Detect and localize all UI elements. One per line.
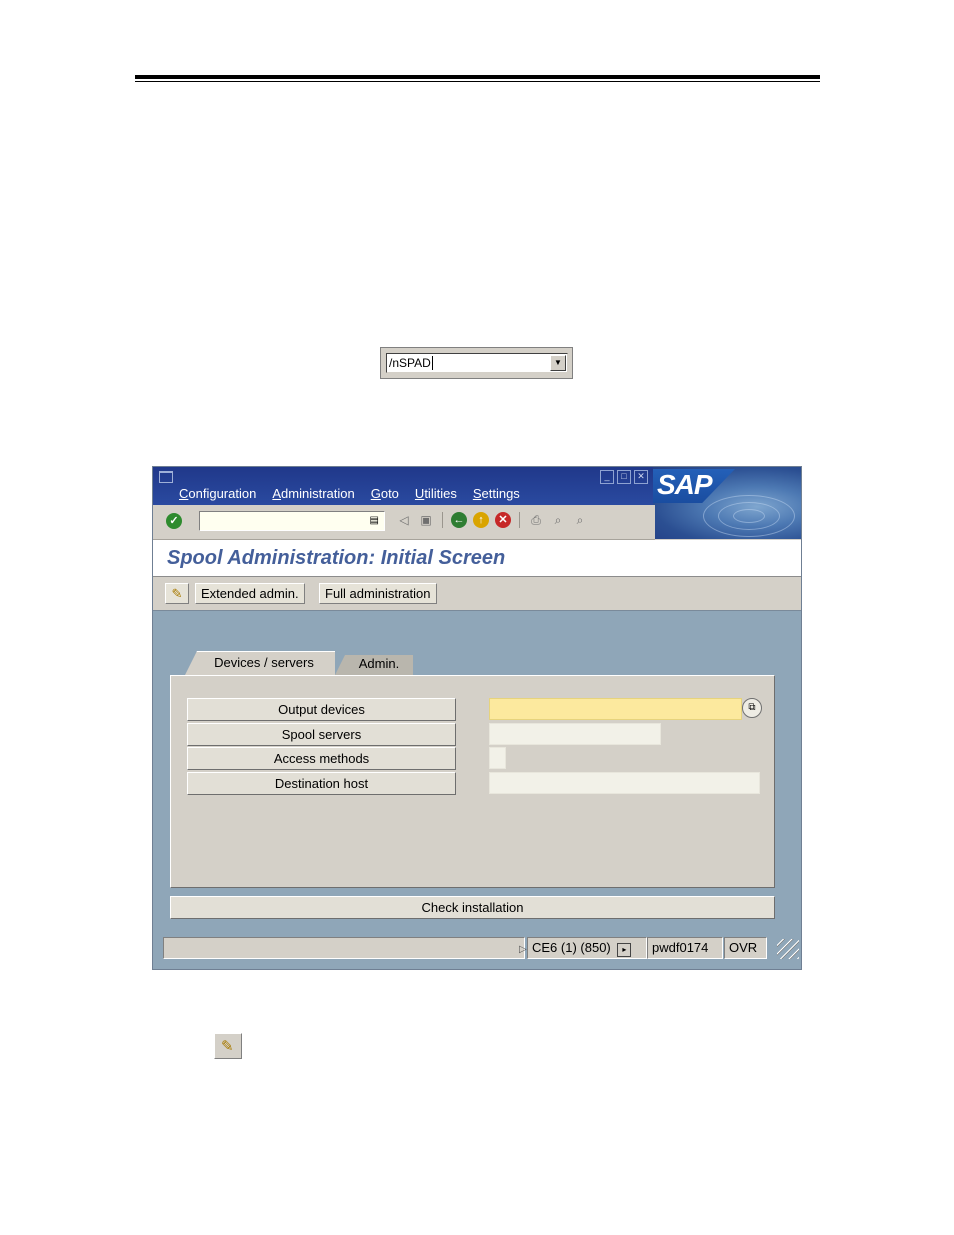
toolbar-separator	[519, 512, 520, 528]
top-rule-thin	[135, 81, 820, 82]
spool-server-input[interactable]	[489, 723, 661, 745]
spool-servers-button[interactable]: Spool servers	[187, 723, 456, 746]
exit-icon[interactable]: ↑	[473, 512, 489, 528]
application-toolbar: ✎ Extended admin. Full administration	[153, 577, 801, 611]
scroll-left-icon[interactable]: ◁	[396, 512, 412, 528]
status-expand-icon[interactable]: ▷	[519, 944, 527, 955]
display-change-pencil-icon[interactable]: ✎	[165, 583, 189, 604]
enter-check-icon[interactable]: ✓	[166, 513, 182, 529]
extended-admin-button[interactable]: Extended admin.	[195, 583, 305, 604]
window-buttons: _ □ ✕	[600, 470, 648, 484]
system-info-icon[interactable]: ▸	[617, 943, 632, 957]
find-next-icon[interactable]: ⌕	[572, 512, 588, 528]
back-icon[interactable]: ←	[451, 512, 467, 528]
menu-configuration[interactable]: Configuration	[179, 486, 256, 501]
standard-toolbar: ✓ ▤ ◁ ▣ ← ↑ ✕ ⎙ ⌕ ⌕	[153, 505, 655, 540]
resize-grip-icon[interactable]	[777, 939, 799, 959]
destination-host-button[interactable]: Destination host	[187, 772, 456, 795]
command-field[interactable]: ▤	[199, 511, 385, 531]
command-field-history-icon[interactable]: ▤	[370, 515, 379, 526]
command-input[interactable]: /nSPAD ▼	[386, 353, 568, 373]
close-icon[interactable]: ✕	[634, 470, 648, 484]
destination-host-input[interactable]	[489, 772, 760, 794]
cancel-icon[interactable]: ✕	[495, 512, 511, 528]
menu-utilities[interactable]: Utilities	[415, 486, 457, 501]
status-system-info: CE6 (1) (850) ▸	[527, 937, 647, 959]
access-method-input[interactable]	[489, 747, 506, 769]
menu-bar: Configuration Administration Goto Utilit…	[179, 486, 520, 501]
command-input-value: /nSPAD	[389, 356, 431, 370]
tab-devices-servers[interactable]: Devices / servers	[185, 651, 335, 675]
sap-logo-text: SAP	[657, 469, 713, 500]
toolbar-separator	[442, 512, 443, 528]
menu-goto[interactable]: Goto	[371, 486, 399, 501]
screen-header: Spool Administration: Initial Screen	[153, 540, 801, 577]
find-icon[interactable]: ⌕	[550, 512, 566, 528]
print-icon[interactable]: ⎙	[528, 512, 544, 528]
sap-window: Configuration Administration Goto Utilit…	[152, 466, 802, 970]
sap-logo-area: SAP	[653, 467, 801, 539]
tab-admin[interactable]: Admin.	[335, 655, 413, 675]
check-installation-button[interactable]: Check installation	[170, 896, 775, 919]
command-field-snippet: /nSPAD ▼	[380, 347, 573, 379]
save-icon[interactable]: ▣	[418, 512, 434, 528]
menu-administration[interactable]: Administration	[272, 486, 354, 501]
value-help-icon[interactable]: ⧉	[742, 698, 762, 718]
top-rule-thick	[135, 75, 820, 79]
full-administration-button[interactable]: Full administration	[319, 583, 437, 604]
status-mode[interactable]: OVR	[724, 937, 767, 959]
access-methods-button[interactable]: Access methods	[187, 747, 456, 770]
status-message-area: ▷	[163, 937, 527, 959]
maximize-icon[interactable]: □	[617, 470, 631, 484]
pencil-icon: ✎	[221, 1038, 234, 1055]
pencil-button: ✎	[214, 1033, 242, 1059]
output-device-input[interactable]	[489, 698, 742, 720]
status-bar: ▷ CE6 (1) (850) ▸ pwdf0174 OVR	[153, 933, 801, 969]
main-area: Devices / servers Admin. Output devices …	[153, 611, 801, 933]
minimize-icon[interactable]: _	[600, 470, 614, 484]
toolbar-icons: ◁ ▣ ← ↑ ✕ ⎙ ⌕ ⌕	[396, 512, 588, 528]
dropdown-arrow-icon[interactable]: ▼	[550, 355, 566, 371]
screen-title: Spool Administration: Initial Screen	[167, 547, 506, 569]
tab-panel: Output devices Spool servers Access meth…	[170, 675, 775, 888]
status-server: pwdf0174	[647, 937, 723, 959]
system-menu-icon[interactable]	[159, 471, 173, 483]
output-devices-button[interactable]: Output devices	[187, 698, 456, 721]
menu-settings[interactable]: Settings	[473, 486, 520, 501]
